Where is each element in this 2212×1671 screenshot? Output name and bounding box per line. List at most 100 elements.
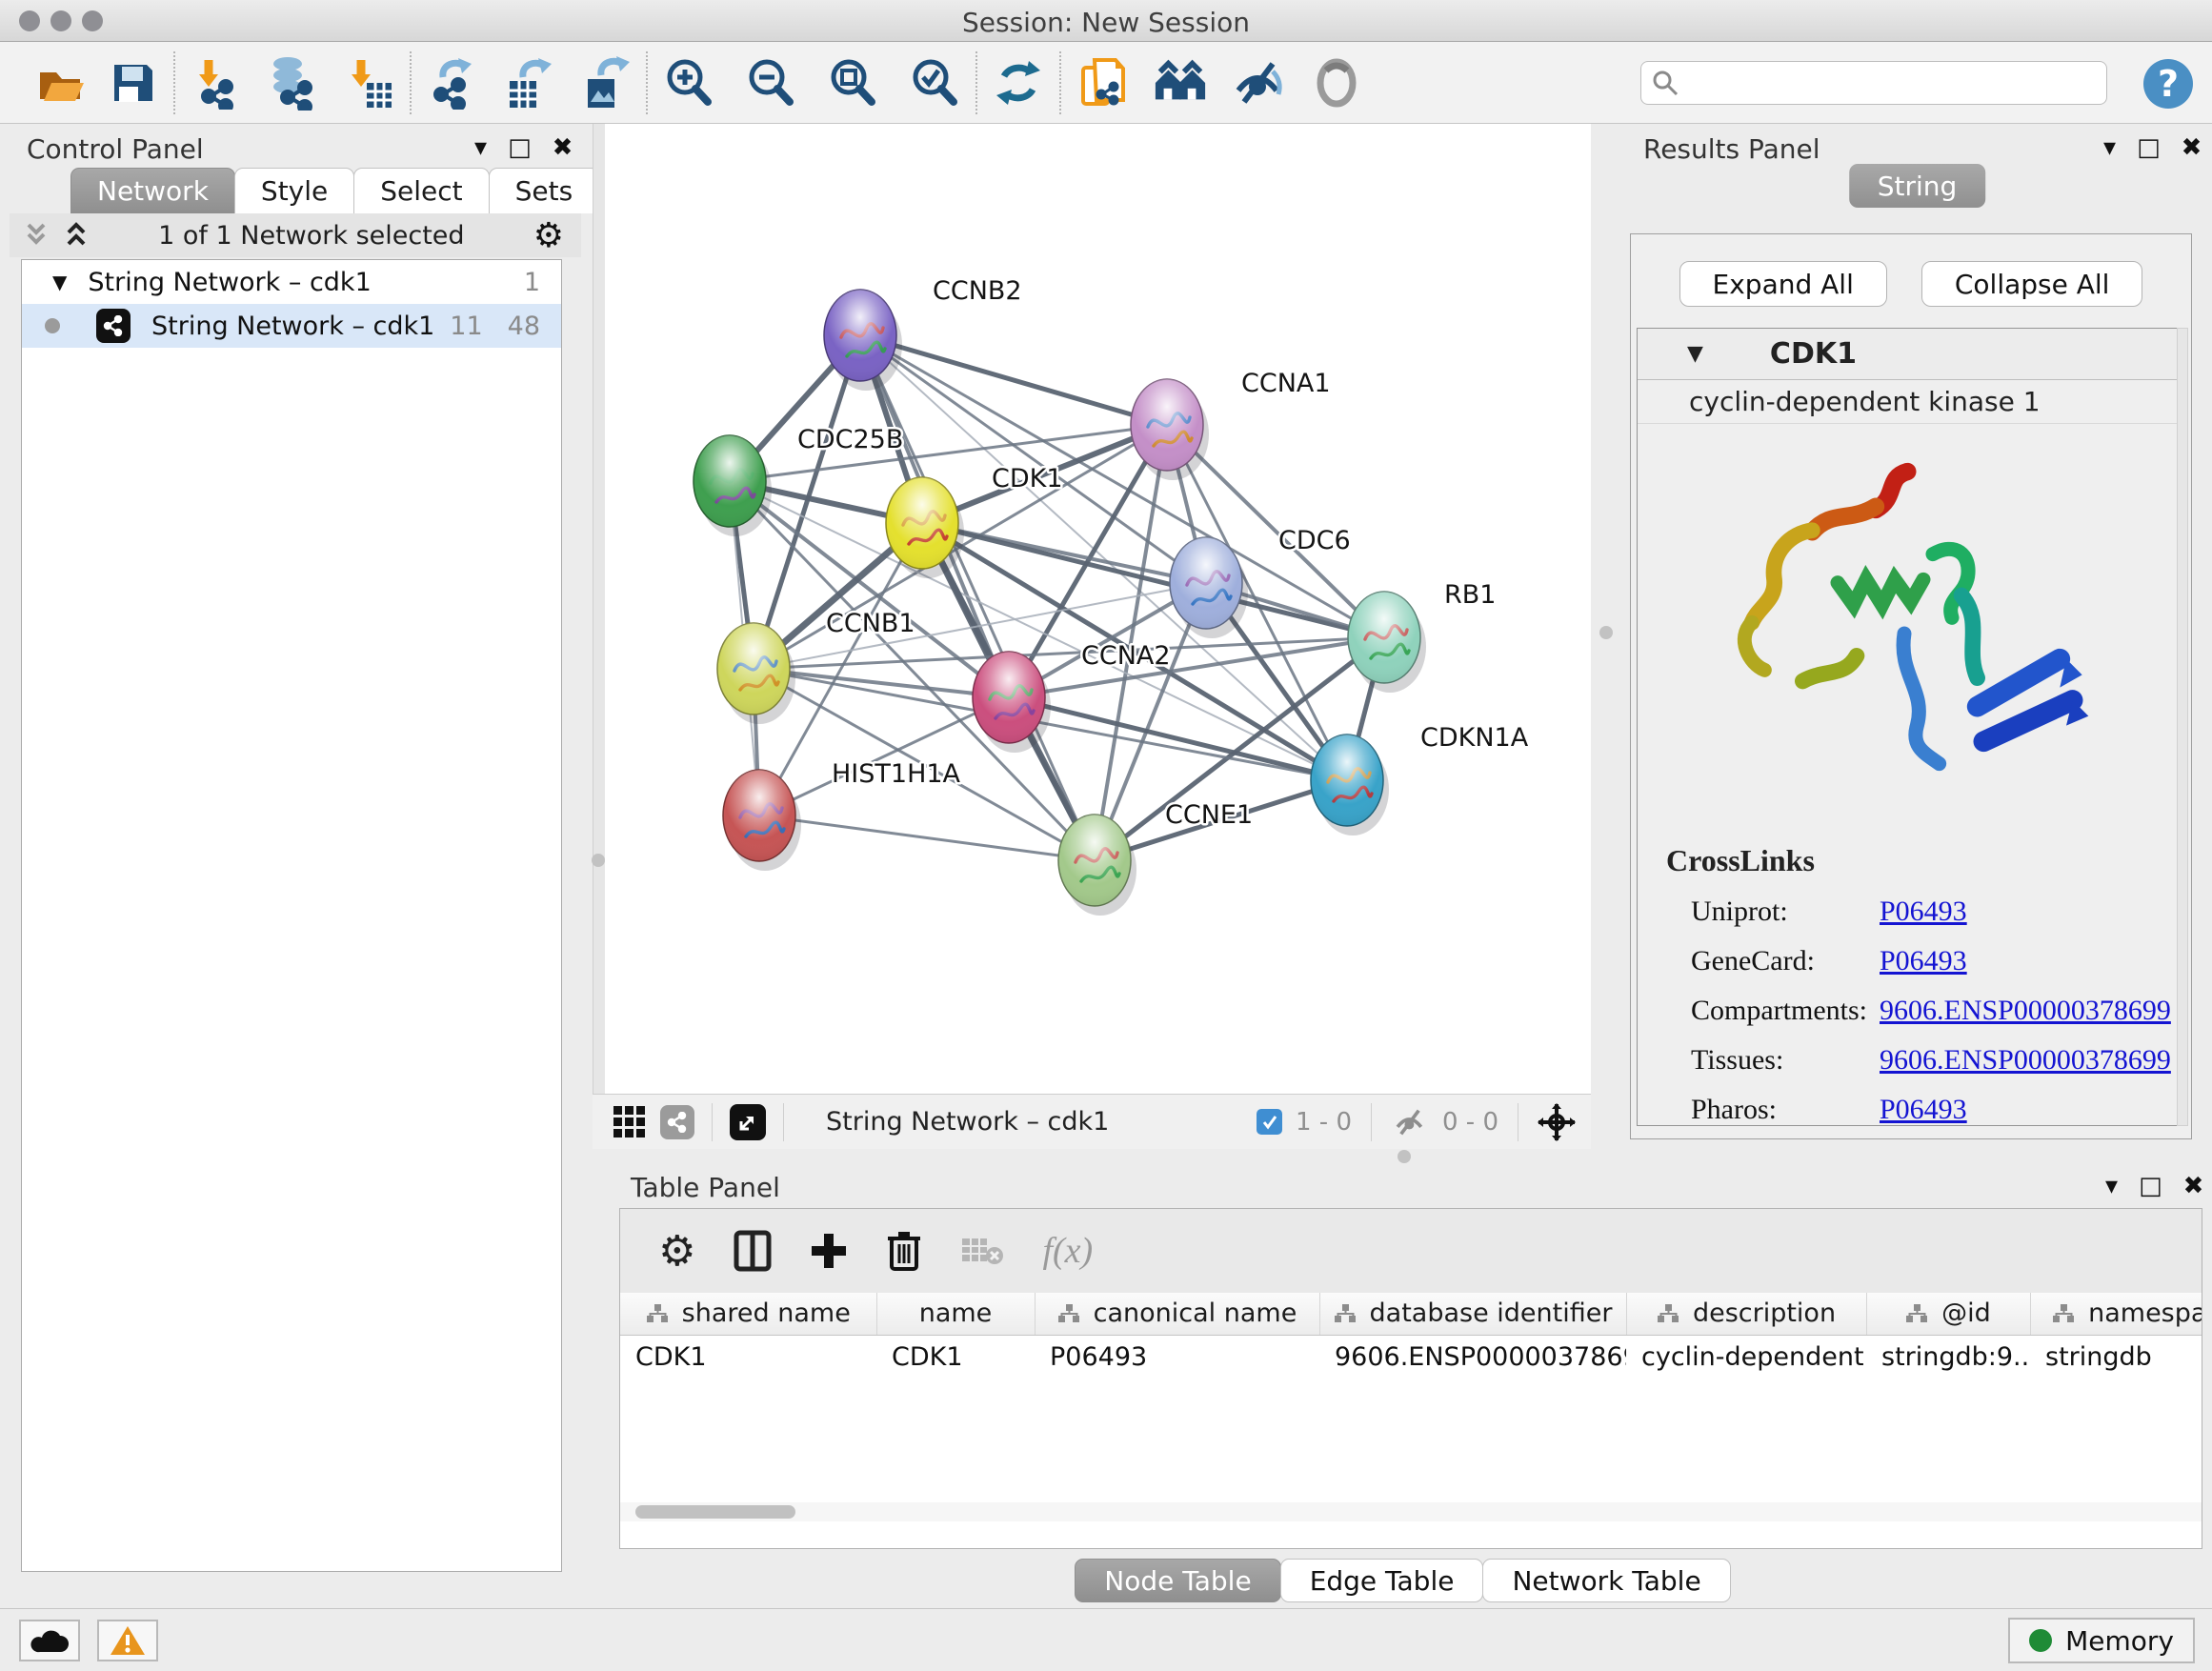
panel-close-icon[interactable]: ✖: [553, 135, 573, 160]
hidden-eye-icon[interactable]: [1391, 1107, 1429, 1137]
column-header--id[interactable]: @id: [1866, 1293, 2030, 1335]
right-splitter[interactable]: [1591, 124, 1622, 1149]
bottom-splitter[interactable]: [593, 1149, 2212, 1164]
column-header-database-identifier[interactable]: database identifier: [1319, 1293, 1626, 1335]
table-cell[interactable]: CDK1: [620, 1335, 876, 1379]
splitter-knob[interactable]: [1599, 626, 1613, 639]
search-input[interactable]: [1679, 69, 2080, 97]
table-cell[interactable]: CDK1: [876, 1335, 1035, 1379]
network-row[interactable]: String Network – cdk1 11 48: [22, 304, 561, 348]
import-network-database-button[interactable]: [265, 55, 320, 111]
column-header-name[interactable]: name: [876, 1293, 1035, 1335]
column-header-namespace[interactable]: namespace: [2030, 1293, 2202, 1335]
expand-all-button[interactable]: Expand All: [1679, 261, 1887, 307]
splitter-knob[interactable]: [1398, 1150, 1411, 1163]
table-cell[interactable]: stringdb:9...: [1866, 1335, 2030, 1379]
panel-float-icon[interactable]: □: [508, 135, 532, 160]
cloud-status-button[interactable]: [19, 1620, 80, 1661]
show-all-button[interactable]: [1309, 55, 1364, 111]
panel-float-icon[interactable]: □: [2139, 1174, 2162, 1198]
fit-content-crosshair-icon[interactable]: [1538, 1103, 1576, 1141]
expand-all-icon[interactable]: [63, 221, 90, 250]
tab-edge-table[interactable]: Edge Table: [1280, 1559, 1484, 1602]
edge-CCNB2-CCNA1[interactable]: [860, 335, 1167, 425]
panel-menu-icon[interactable]: ▾: [2105, 1174, 2118, 1198]
panel-close-icon[interactable]: ✖: [2183, 1174, 2204, 1198]
zoom-selected-button[interactable]: [907, 55, 962, 111]
open-session-button[interactable]: [32, 55, 88, 111]
delete-column-icon[interactable]: [886, 1229, 922, 1273]
export-table-button[interactable]: [501, 55, 556, 111]
edge-HIST1H1A-CCNE1[interactable]: [759, 815, 1095, 860]
add-column-icon[interactable]: [810, 1232, 848, 1270]
left-splitter[interactable]: [593, 124, 605, 1149]
import-network-file-button[interactable]: [189, 55, 244, 111]
crosslink-link[interactable]: 9606.ENSP00000378699: [1880, 995, 2171, 1027]
results-scrollbar[interactable]: [2177, 328, 2188, 1126]
memory-button[interactable]: Memory: [2008, 1618, 2195, 1663]
column-header-description[interactable]: description: [1626, 1293, 1866, 1335]
table-options-gear-icon[interactable]: ⚙: [658, 1227, 695, 1276]
collapse-all-button[interactable]: Collapse All: [1921, 261, 2143, 307]
entry-expander-icon[interactable]: ▼: [1687, 342, 1703, 366]
selected-checkbox-icon[interactable]: [1257, 1109, 1282, 1135]
crosslink-link[interactable]: P06493: [1880, 896, 1967, 928]
splitter-knob[interactable]: [592, 854, 605, 867]
zoom-in-button[interactable]: [661, 55, 716, 111]
node-CCNE1[interactable]: [1058, 815, 1136, 916]
tab-style[interactable]: Style: [234, 168, 354, 213]
network-collection-row[interactable]: ▼ String Network – cdk1 1: [22, 260, 561, 304]
zoom-out-button[interactable]: [743, 55, 798, 111]
table-hscrollbar[interactable]: [620, 1502, 2202, 1521]
zoom-fit-button[interactable]: [825, 55, 880, 111]
node-RB1[interactable]: [1348, 592, 1426, 693]
export-network-button[interactable]: [425, 55, 480, 111]
string-query-button[interactable]: [1153, 55, 1208, 111]
tab-sets[interactable]: Sets: [489, 168, 600, 213]
table-cell[interactable]: stringdb: [2030, 1335, 2202, 1379]
birds-eye-grid-icon[interactable]: [613, 1106, 645, 1137]
node-HIST1H1A[interactable]: [723, 770, 801, 871]
show-columns-icon[interactable]: [734, 1230, 772, 1272]
clone-network-button[interactable]: [1075, 55, 1130, 111]
tab-node-table[interactable]: Node Table: [1075, 1559, 1280, 1602]
table-cell[interactable]: 9606.ENSP00000378699: [1319, 1335, 1626, 1379]
table-cell[interactable]: P06493: [1035, 1335, 1319, 1379]
panel-menu-icon[interactable]: ▾: [2103, 135, 2116, 160]
panel-close-icon[interactable]: ✖: [2182, 135, 2202, 160]
tab-select[interactable]: Select: [353, 168, 489, 213]
help-button[interactable]: ?: [2143, 59, 2193, 109]
crosslink-link[interactable]: P06493: [1880, 1094, 1967, 1126]
open-in-browser-icon[interactable]: [730, 1104, 766, 1140]
string-badge-icon[interactable]: [660, 1105, 694, 1139]
edge-CCNA2-HIST1H1A[interactable]: [759, 697, 1009, 815]
column-header-canonical-name[interactable]: canonical name: [1035, 1293, 1319, 1335]
node-CCNB2[interactable]: [824, 290, 902, 391]
node-CCNA2[interactable]: [973, 652, 1051, 753]
tab-network[interactable]: Network: [70, 168, 235, 213]
search-field[interactable]: [1640, 61, 2107, 105]
warnings-button[interactable]: [97, 1620, 158, 1661]
panel-menu-icon[interactable]: ▾: [474, 135, 487, 160]
crosslink-link[interactable]: 9606.ENSP00000378699: [1880, 1044, 2171, 1077]
network-canvas[interactable]: CCNB2CCNA1CDC25BCDK1CDC6RB1CCNB1CCNA2CDK…: [605, 124, 1591, 1094]
tree-expander-icon[interactable]: ▼: [52, 271, 67, 293]
table-cell[interactable]: cyclin-dependent ...: [1626, 1335, 1866, 1379]
column-header-shared-name[interactable]: shared name: [620, 1293, 876, 1335]
node-CDKN1A[interactable]: [1311, 735, 1389, 836]
network-options-gear-icon[interactable]: ⚙: [533, 216, 564, 255]
node-CCNB1[interactable]: [717, 623, 795, 724]
crosslink-link[interactable]: P06493: [1880, 945, 1967, 977]
collapse-all-icon[interactable]: [23, 221, 50, 250]
table-row[interactable]: CDK1CDK1P064939606.ENSP00000378699cyclin…: [620, 1335, 2202, 1379]
tab-string[interactable]: String: [1849, 164, 1986, 208]
scrollbar-thumb[interactable]: [635, 1505, 795, 1519]
entry-header[interactable]: ▼ CDK1: [1638, 329, 2177, 380]
panel-float-icon[interactable]: □: [2137, 135, 2161, 160]
apply-layout-button[interactable]: [991, 55, 1046, 111]
export-image-button[interactable]: [577, 55, 633, 111]
tab-network-table[interactable]: Network Table: [1482, 1559, 1730, 1602]
save-session-button[interactable]: [105, 55, 160, 111]
hide-selected-button[interactable]: [1231, 55, 1286, 111]
import-table-button[interactable]: [341, 55, 396, 111]
